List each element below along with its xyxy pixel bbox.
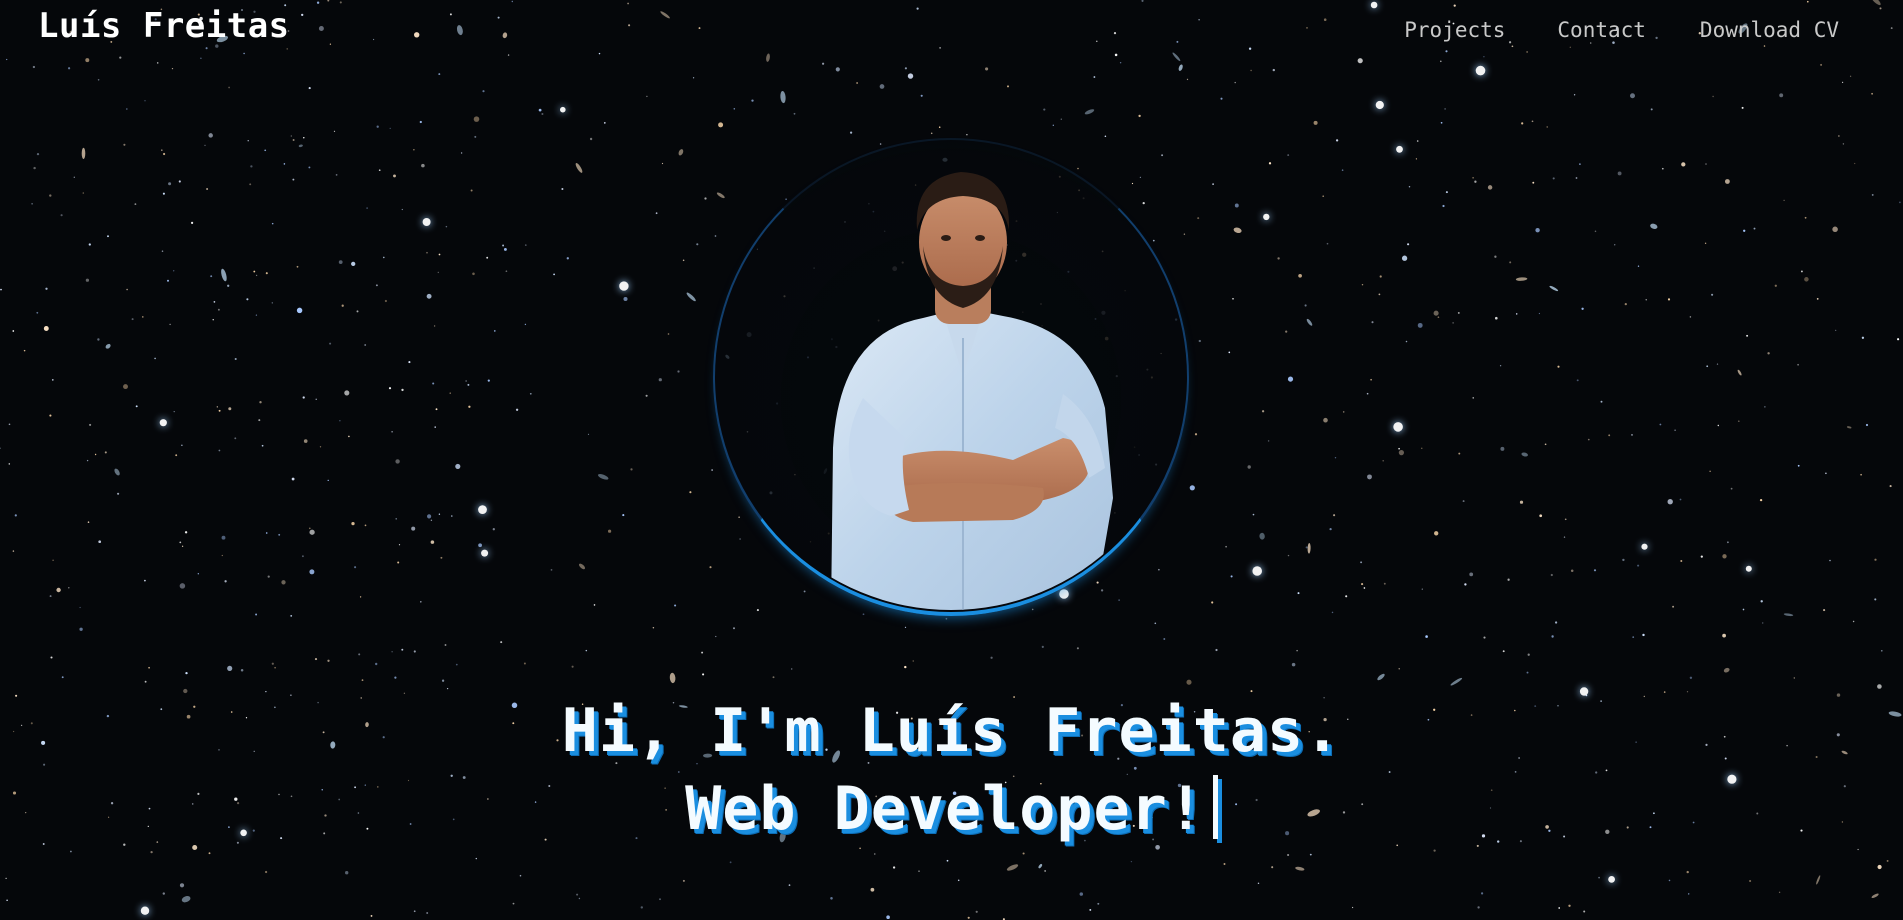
hero-heading: Hi, I'm Luís Freitas. Web Developer! [0, 692, 1903, 848]
hero-greeting: Hi, I'm Luís Freitas. [561, 696, 1342, 766]
profile-photo [831, 172, 1113, 610]
brand-logo[interactable]: Luís Freitas [38, 6, 290, 46]
hero-role: Web Developer! [685, 774, 1205, 844]
hero-role-line: Web Developer! [0, 770, 1903, 848]
nav-link-contact[interactable]: Contact [1557, 18, 1646, 42]
profile-avatar [713, 138, 1189, 616]
typing-cursor [1212, 775, 1218, 839]
download-cv-link[interactable]: Download CV [1700, 18, 1839, 42]
nav-link-projects[interactable]: Projects [1404, 18, 1505, 42]
main-nav: Projects Contact Download CV [1404, 18, 1839, 42]
site-header: Luís Freitas Projects Contact Download C… [0, 0, 1903, 62]
